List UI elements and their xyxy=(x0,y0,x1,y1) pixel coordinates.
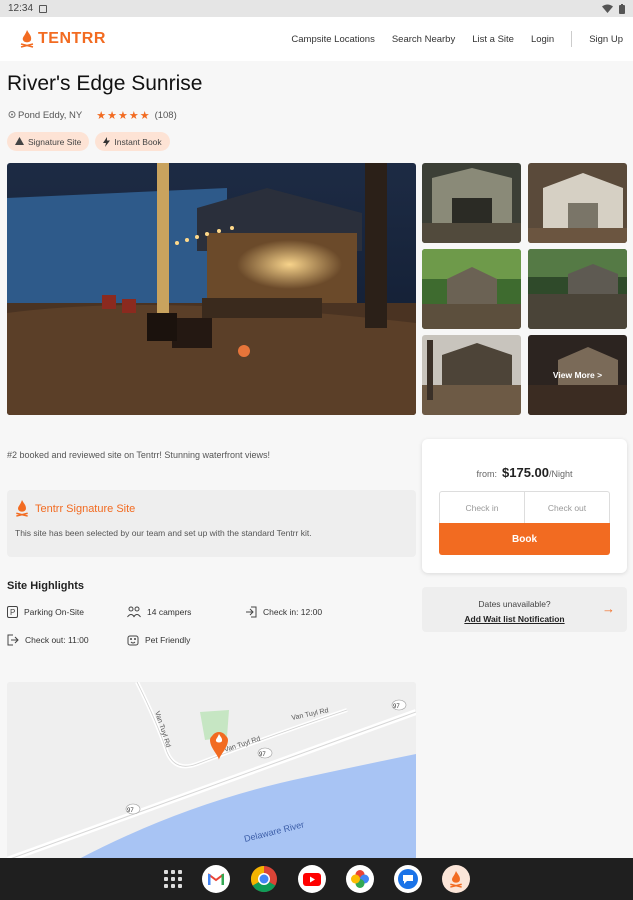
apps-grid-icon[interactable] xyxy=(163,870,182,888)
badge-label: Instant Book xyxy=(114,136,162,147)
taskbar xyxy=(0,858,633,900)
svg-text:P: P xyxy=(10,608,15,617)
campsite-photo xyxy=(7,163,416,415)
route-97-shield: 97 xyxy=(391,699,407,711)
brand-name: TENTRR xyxy=(38,30,106,47)
waitlist-box[interactable]: Dates unavailable? Add Wait list Notific… xyxy=(422,587,627,632)
gallery-thumb-5[interactable] xyxy=(422,335,521,415)
booking-card: from: $175.00/Night Check in Check out B… xyxy=(422,439,627,573)
rating-stars: ★★★★★ xyxy=(96,110,151,122)
main-photo[interactable] xyxy=(7,163,416,415)
check-out-icon xyxy=(7,634,19,646)
listing-location[interactable]: Pond Eddy, NY xyxy=(18,110,82,121)
status-bar: 12:34 xyxy=(0,0,633,17)
nav-campsite-locations[interactable]: Campsite Locations xyxy=(291,34,374,45)
top-nav: TENTRR Campsite Locations Search Nearby … xyxy=(0,17,633,61)
tentrr-app-icon[interactable] xyxy=(441,865,470,893)
photos-icon[interactable] xyxy=(345,865,374,893)
price-row: from: $175.00/Night xyxy=(476,465,573,480)
highlight-check-out: Check out: 11:00 xyxy=(7,634,89,646)
status-time: 12:34 xyxy=(8,3,34,14)
nav-login[interactable]: Login xyxy=(531,34,554,45)
location-map[interactable]: Van Tuyl Rd Van Tuyl Rd Van Tuyl Rd 97 9… xyxy=(7,682,416,860)
people-icon xyxy=(127,606,141,618)
parking-icon: P xyxy=(7,606,18,618)
gallery-thumb-3[interactable] xyxy=(422,249,521,329)
campfire-icon xyxy=(16,500,28,517)
forest-campsite-photo xyxy=(422,249,521,329)
review-count[interactable]: (108) xyxy=(155,110,177,121)
tentrr-logo[interactable]: TENTRR xyxy=(20,30,106,48)
listing-description: #2 booked and reviewed site on Tentrr! S… xyxy=(7,450,270,460)
highlight-label: Pet Friendly xyxy=(145,635,191,645)
highlight-label: Check in: 12:00 xyxy=(263,607,323,617)
highlight-label: 14 campers xyxy=(147,607,192,617)
location-pin-icon xyxy=(8,111,16,118)
lightning-icon xyxy=(103,136,111,147)
signature-site-box: Tentrr Signature Site This site has been… xyxy=(7,490,416,557)
nav-list-a-site[interactable]: List a Site xyxy=(472,34,514,45)
wifi-icon xyxy=(602,4,613,13)
gallery-thumb-2[interactable] xyxy=(528,163,627,243)
book-button[interactable]: Book xyxy=(439,523,610,555)
waitlist-question: Dates unavailable? xyxy=(478,599,551,609)
shield-label: 97 xyxy=(127,808,134,814)
route-97-shield: 97 xyxy=(257,747,273,759)
map-canvas: Van Tuyl Rd Van Tuyl Rd Van Tuyl Rd 97 9… xyxy=(7,682,416,860)
highlight-label: Parking On-Site xyxy=(24,607,84,617)
nav-divider xyxy=(571,31,573,47)
nav-search-nearby[interactable]: Search Nearby xyxy=(392,34,455,45)
signature-text: This site has been selected by our team … xyxy=(15,528,312,538)
site-highlights-heading: Site Highlights xyxy=(7,580,84,592)
nav-sign-up[interactable]: Sign Up xyxy=(589,34,623,45)
pet-icon xyxy=(127,635,139,646)
price-unit: /Night xyxy=(549,469,573,479)
gallery-thumb-6[interactable]: View More > xyxy=(528,335,627,415)
check-in-field[interactable]: Check in xyxy=(440,492,524,523)
messages-icon[interactable] xyxy=(393,865,422,893)
highlight-parking: P Parking On-Site xyxy=(7,606,84,618)
view-more-button[interactable]: View More > xyxy=(528,335,627,415)
arrow-right-icon[interactable]: → xyxy=(602,601,615,616)
price-from-label: from xyxy=(476,469,495,479)
campfire-logo-icon xyxy=(20,30,34,48)
tent-interior-photo xyxy=(422,163,521,243)
gallery-thumb-4[interactable] xyxy=(528,249,627,329)
page-title: River's Edge Sunrise xyxy=(7,72,203,95)
listing-meta: Pond Eddy, NY ★★★★★ (108) xyxy=(8,109,177,122)
date-picker: Check in Check out xyxy=(439,491,610,523)
chrome-icon[interactable] xyxy=(249,865,278,893)
battery-icon xyxy=(619,3,625,14)
campsite-deck-photo xyxy=(528,249,627,329)
youtube-icon[interactable] xyxy=(297,865,326,893)
tent-icon xyxy=(15,137,24,145)
shield-label: 97 xyxy=(259,752,266,758)
signature-title: Tentrr Signature Site xyxy=(35,502,136,515)
check-in-icon xyxy=(246,606,257,618)
badge-label: Signature Site xyxy=(28,136,82,147)
instant-book-badge: Instant Book xyxy=(95,132,170,151)
highlight-campers: 14 campers xyxy=(127,606,191,618)
waitlist-link[interactable]: Add Wait list Notification xyxy=(422,612,607,627)
gmail-icon[interactable] xyxy=(201,865,230,893)
check-out-field[interactable]: Check out xyxy=(524,492,609,523)
shield-label: 97 xyxy=(393,704,400,710)
notification-icon xyxy=(39,4,48,13)
highlight-check-in: Check in: 12:00 xyxy=(245,606,322,618)
gallery-thumb-1[interactable] xyxy=(422,163,521,243)
highlight-label: Check out: 11:00 xyxy=(25,635,89,645)
nightly-price: $175.00 xyxy=(502,465,549,480)
tent-platform-photo xyxy=(422,335,521,415)
route-97-shield: 97 xyxy=(125,803,141,815)
tent-exterior-photo xyxy=(528,163,627,243)
highlight-pet-friendly: Pet Friendly xyxy=(127,634,190,646)
signature-site-badge: Signature Site xyxy=(7,132,90,151)
